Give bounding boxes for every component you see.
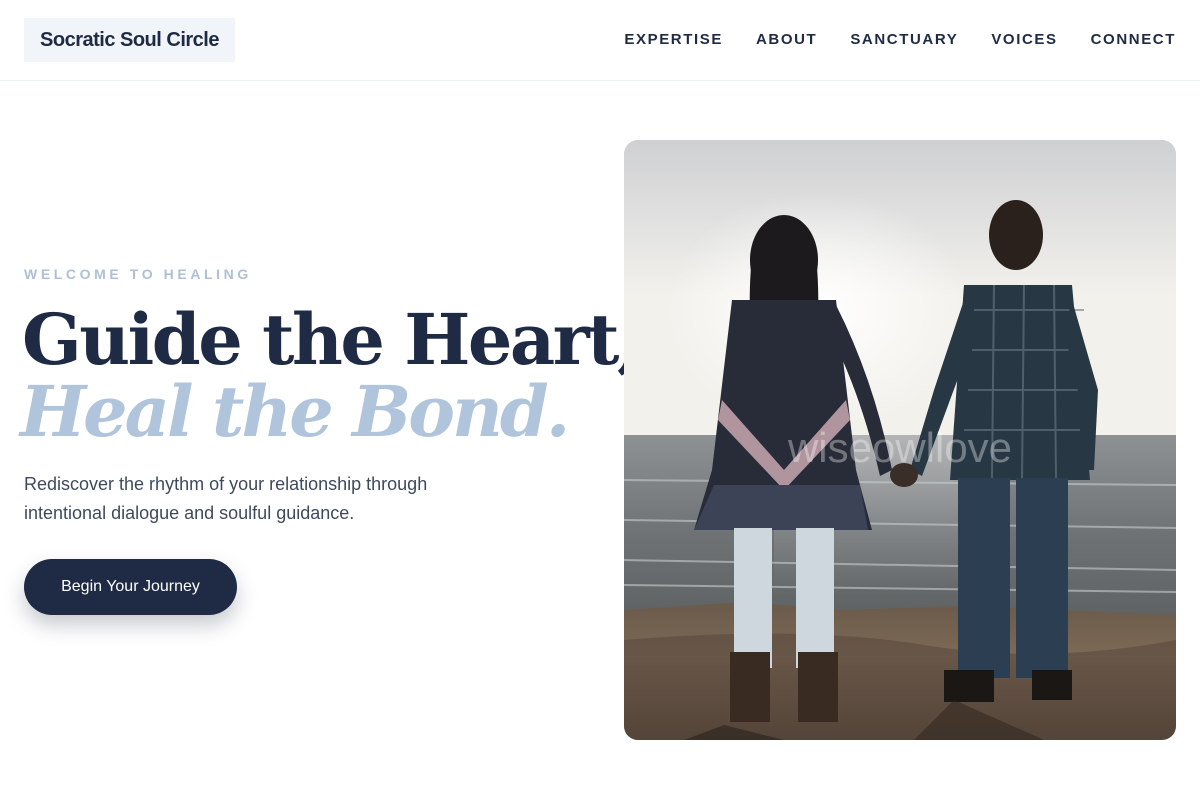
nav-link-expertise[interactable]: EXPERTISE [624, 31, 723, 48]
brand-logo[interactable]: Socratic Soul Circle [24, 18, 235, 62]
nav-link-sanctuary[interactable]: SANCTUARY [850, 31, 958, 48]
nav-link-voices[interactable]: VOICES [991, 31, 1057, 48]
image-watermark: wiseowllove [787, 424, 1012, 471]
main-nav: EXPERTISE ABOUT SANCTUARY VOICES CONNECT [624, 29, 1176, 49]
hero-headline-line2: Heal the Bond. [20, 370, 570, 453]
hero-photo-couple-at-sea: wiseowllove [624, 140, 1176, 740]
begin-journey-button[interactable]: Begin Your Journey [24, 559, 237, 615]
nav-link-connect[interactable]: CONNECT [1091, 31, 1176, 48]
hero-photo-illustration: wiseowllove [624, 140, 1176, 740]
site-header: Socratic Soul Circle EXPERTISE ABOUT SAN… [0, 0, 1200, 81]
hero-eyebrow: WELCOME TO HEALING [24, 266, 252, 282]
hero-subtext: Rediscover the rhythm of your relationsh… [24, 474, 428, 523]
nav-link-about[interactable]: ABOUT [756, 31, 817, 48]
